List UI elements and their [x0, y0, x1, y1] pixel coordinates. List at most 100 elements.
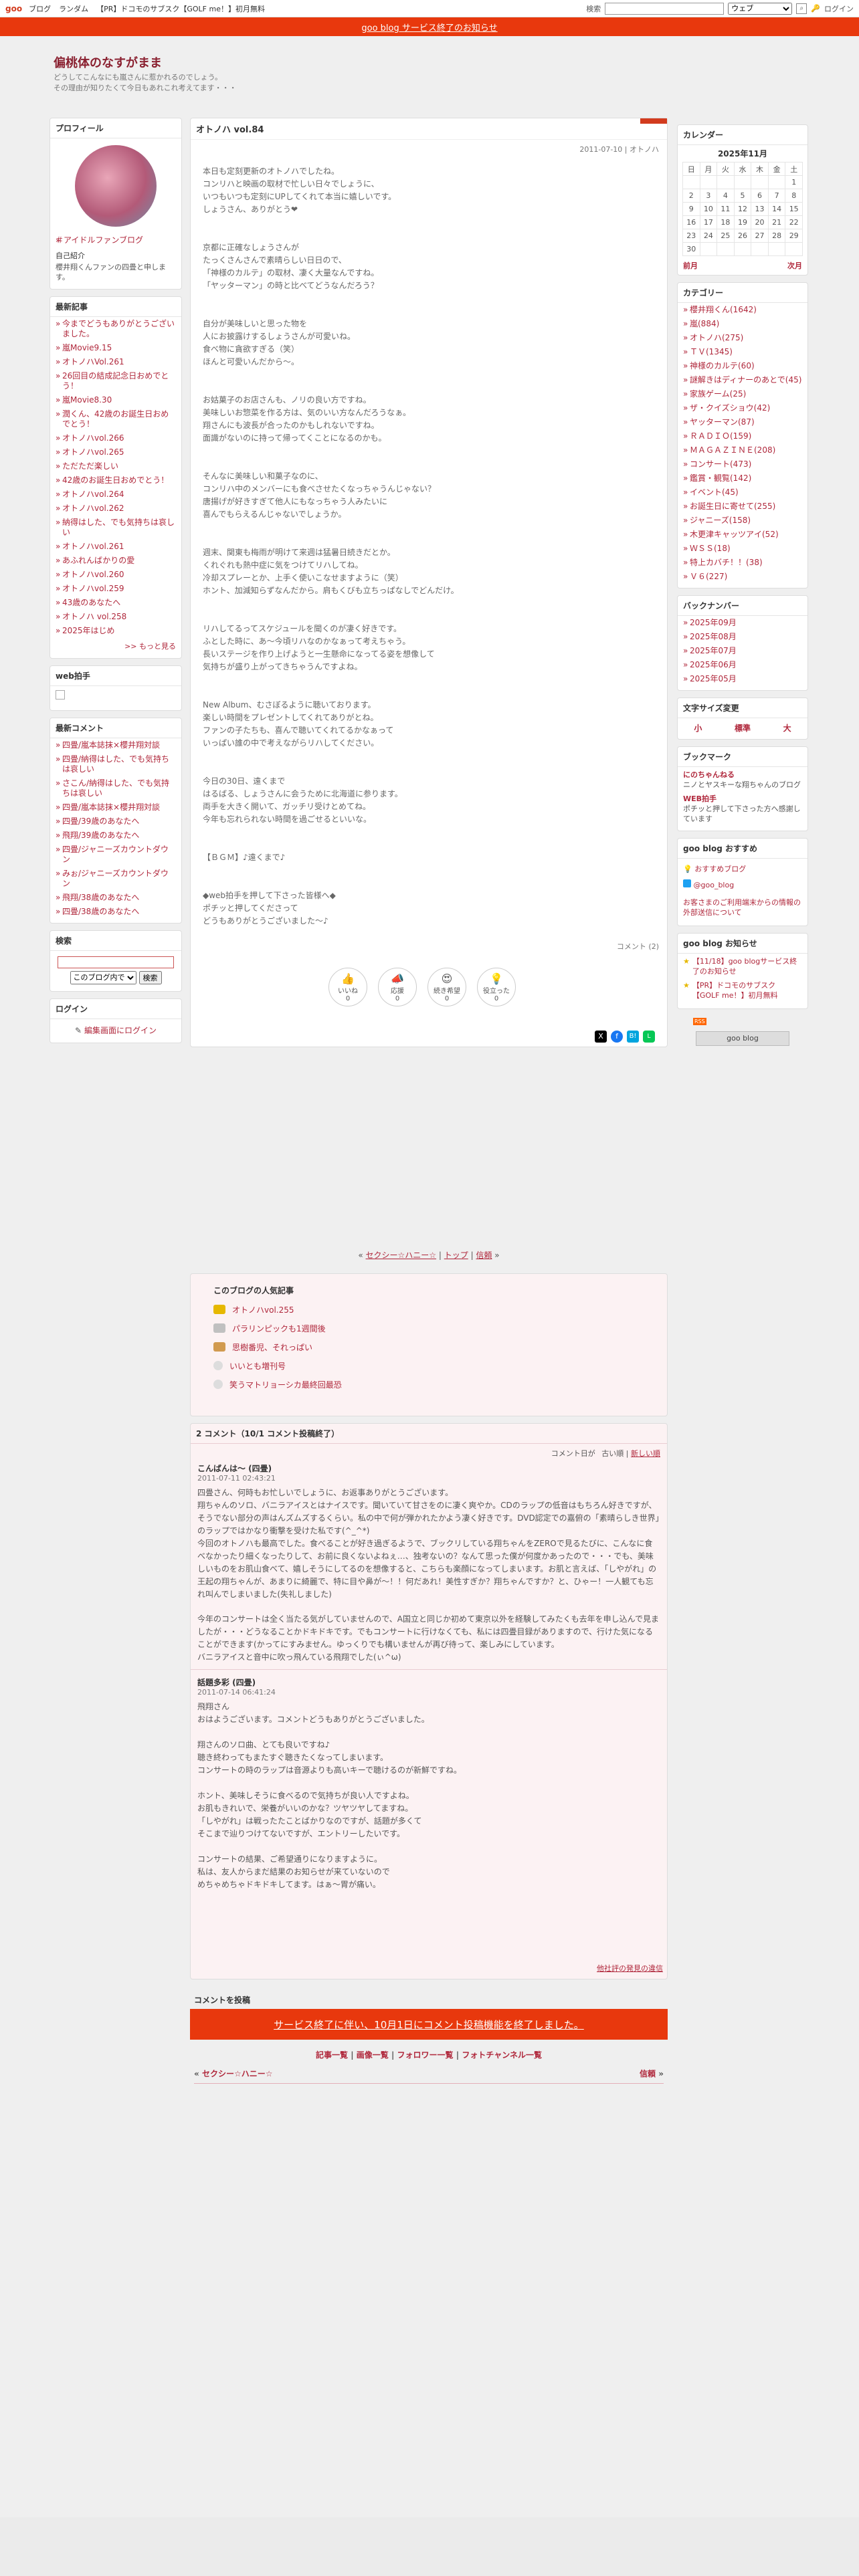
recent-post-link[interactable]: あふれんばかりの愛 — [50, 554, 181, 568]
fontsize-normal[interactable]: 標準 — [735, 722, 751, 734]
popular-item[interactable]: オトノハvol.255 — [232, 1304, 294, 1315]
top-link[interactable]: トップ — [444, 1251, 468, 1260]
category-link[interactable]: お誕生日に寄せて(255) — [678, 500, 807, 514]
recent-comment-link[interactable]: 四畳/39歳のあなたへ — [50, 815, 181, 829]
recent-post-link[interactable]: 43歳のあなたへ — [50, 596, 181, 610]
category-link[interactable]: ＴＶ(1345) — [678, 345, 807, 359]
recent-post-link[interactable]: 今までどうもありがとうございました。 — [50, 317, 181, 341]
backnumber-link[interactable]: 2025年09月 — [678, 616, 807, 630]
blog-search-input[interactable] — [58, 956, 174, 968]
backnumber-link[interactable]: 2025年08月 — [678, 630, 807, 644]
report-link[interactable]: 他社評の発見の違信 — [597, 1963, 663, 1973]
category-link[interactable]: 鑑賞・観覧(142) — [678, 471, 807, 486]
reaction-more-button[interactable]: 😍 続き希望 0 — [427, 968, 466, 1006]
header-link-random[interactable]: ランダム — [59, 3, 88, 14]
category-link[interactable]: ＷＳＳ(18) — [678, 542, 807, 556]
recent-post-link[interactable]: オトノハvol.266 — [50, 431, 181, 445]
calendar-next-link[interactable]: 次月 — [787, 260, 802, 271]
recent-post-link[interactable]: オトノハ vol.258 — [50, 610, 181, 624]
goo-blog-badge[interactable]: goo blog — [696, 1031, 789, 1046]
recent-post-link[interactable]: オトノハvol.259 — [50, 582, 181, 596]
fontsize-small[interactable]: 小 — [694, 722, 702, 734]
recent-comment-link[interactable]: 四畳/嵐本誌抹×櫻井翔対談 — [50, 738, 181, 752]
article-title[interactable]: オトノハ vol.84 — [191, 118, 667, 140]
edit-login-link[interactable]: 編集画面にログイン — [84, 1026, 157, 1035]
x-share-icon[interactable]: X — [595, 1031, 607, 1043]
footer-link-followers[interactable]: フォロワー一覧 — [397, 2050, 454, 2060]
sort-new[interactable]: 新しい順 — [631, 1449, 660, 1458]
category-link[interactable]: ＭＡＧＡＺＩＮＥ(208) — [678, 443, 807, 457]
blog-search-scope[interactable]: このブログ内で — [70, 971, 136, 984]
category-link[interactable]: ＲＡＤＩＯ(159) — [678, 429, 807, 443]
reaction-like-button[interactable]: 👍 いいね 0 — [328, 968, 367, 1006]
recent-comment-link[interactable]: みぉ/ジャニーズカウントダウン — [50, 867, 181, 891]
recommend-blog-link[interactable]: おすすめブログ — [694, 865, 746, 873]
recent-post-link[interactable]: 嵐Movie9.15 — [50, 341, 181, 355]
category-link[interactable]: 木更津キャッツアイ(52) — [678, 528, 807, 542]
recent-comment-link[interactable]: 四畳/ジャニーズカウントダウン — [50, 843, 181, 867]
recent-comment-link[interactable]: 飛翔/39歳のあなたへ — [50, 829, 181, 843]
reaction-cheer-button[interactable]: 📣 応援 0 — [378, 968, 417, 1006]
twitter-link[interactable]: @goo_blog — [694, 881, 735, 889]
recent-comment-link[interactable]: さこん/納得はした、でも気持ちは哀しい — [50, 776, 181, 800]
category-link[interactable]: オトノハ(275) — [678, 331, 807, 345]
recent-post-link[interactable]: 42歳のお誕生日おめでとう！ — [50, 473, 181, 488]
search-scope-select[interactable]: ウェブ — [728, 2, 793, 15]
popular-item[interactable]: パラリンピックも1週間後 — [232, 1323, 326, 1334]
category-link[interactable]: 神様のカルテ(60) — [678, 359, 807, 373]
news-link[interactable]: 【11/18】goo blogサービス終了のお知らせ — [692, 956, 802, 976]
category-link[interactable]: 特上カバチ！！(38) — [678, 556, 807, 570]
footer-next-link[interactable]: 信頼 — [640, 2069, 656, 2078]
webclap-image[interactable] — [56, 690, 65, 700]
footer-link-images[interactable]: 画像一覧 — [357, 2050, 389, 2060]
line-share-icon[interactable]: L — [643, 1031, 655, 1043]
category-link[interactable]: ヤッターマン(87) — [678, 415, 807, 429]
recent-post-link[interactable]: 納得はした、でも気持ちは哀しい — [50, 516, 181, 540]
blog-search-button[interactable]: 検索 — [138, 971, 162, 984]
comment-closed-link[interactable]: サービス終了に伴い、10月1日にコメント投稿機能を終了しました。 — [274, 2018, 584, 2032]
backnumber-link[interactable]: 2025年05月 — [678, 672, 807, 686]
footer-link-photo[interactable]: フォトチャンネル一覧 — [462, 2050, 542, 2060]
recent-post-link[interactable]: ただただ楽しい — [50, 459, 181, 473]
next-post-link[interactable]: 信頼 — [476, 1251, 492, 1260]
recent-post-link[interactable]: オトノハvol.260 — [50, 568, 181, 582]
category-link[interactable]: 櫻井翔くん(1642) — [678, 303, 807, 317]
bookmark-link[interactable]: WEB拍手 — [683, 794, 802, 804]
blog-title[interactable]: 偏桃体のなすがまま — [54, 53, 162, 71]
search-icon[interactable]: ⌕ — [796, 3, 807, 14]
category-link[interactable]: 家族ゲーム(25) — [678, 387, 807, 401]
external-transmission-link[interactable]: お客さまのご利用端末からの情報の外部送信について — [683, 897, 802, 918]
recent-post-link[interactable]: オトノハvol.261 — [50, 540, 181, 554]
recent-comment-link[interactable]: 四畳/38歳のあなたへ — [50, 905, 181, 919]
sort-old[interactable]: 古い順 — [601, 1449, 624, 1458]
recent-comment-link[interactable]: 四畳/嵐本誌抹×櫻井翔対談 — [50, 800, 181, 815]
header-link-pr[interactable]: 【PR】ドコモのサブスク【GOLF me！】初月無料 — [96, 3, 265, 14]
category-link[interactable]: 謎解きはディナーのあとで(45) — [678, 373, 807, 387]
category-link[interactable]: ザ・クイズショウ(42) — [678, 401, 807, 415]
category-link[interactable]: Ｖ６(227) — [678, 570, 807, 584]
news-link[interactable]: 【PR】ドコモのサブスク【GOLF me！】初月無料 — [692, 980, 802, 1000]
backnumber-link[interactable]: 2025年07月 — [678, 644, 807, 658]
recent-post-link[interactable]: オトノハvol.264 — [50, 488, 181, 502]
category-link[interactable]: ジャニーズ(158) — [678, 514, 807, 528]
profile-name-link[interactable]: ＃アイドルファンブログ — [50, 233, 181, 247]
calendar-prev-link[interactable]: 前月 — [683, 260, 698, 271]
reaction-helpful-button[interactable]: 💡 役立った 0 — [477, 968, 516, 1006]
recent-post-link[interactable]: オトノハVol.261 — [50, 355, 181, 369]
category-link[interactable]: コンサート(473) — [678, 457, 807, 471]
hatena-share-icon[interactable]: B! — [627, 1031, 639, 1043]
popular-item[interactable]: いいとも増刊号 — [229, 1360, 286, 1372]
recent-post-link[interactable]: 嵐Movie8.30 — [50, 393, 181, 407]
bookmark-link[interactable]: にのちゃんねる — [683, 770, 802, 780]
popular-item[interactable]: 笑うマトリョーシカ最終回最恐 — [229, 1379, 342, 1390]
recent-post-link[interactable]: 潤くん、42歳のお誕生日おめでとう！ — [50, 407, 181, 431]
login-link[interactable]: ログイン — [824, 3, 854, 14]
header-link-blog[interactable]: ブログ — [29, 3, 51, 14]
goo-logo[interactable]: goo — [5, 4, 22, 13]
service-end-link[interactable]: goo blog サービス終了のお知らせ — [361, 21, 497, 33]
recent-post-link[interactable]: オトノハvol.265 — [50, 445, 181, 459]
backnumber-link[interactable]: 2025年06月 — [678, 658, 807, 672]
fontsize-large[interactable]: 大 — [783, 722, 791, 734]
facebook-share-icon[interactable]: f — [611, 1031, 623, 1043]
avatar[interactable] — [75, 145, 157, 227]
